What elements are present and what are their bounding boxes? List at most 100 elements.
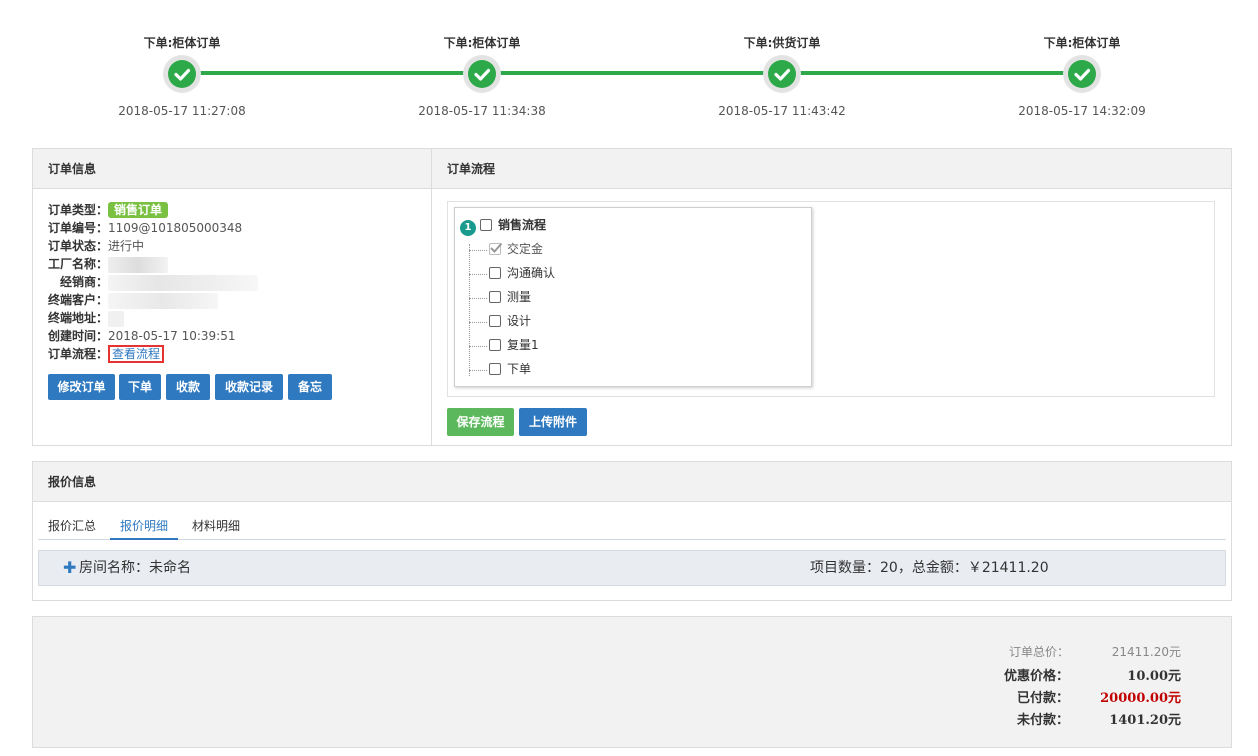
address-row: 终端地址： bbox=[48, 309, 258, 327]
step-time: 2018-05-17 11:27:08 bbox=[118, 104, 246, 118]
unpaid-label: 未付款： bbox=[1016, 713, 1069, 728]
step-time: 2018-05-17 14:32:09 bbox=[1018, 104, 1146, 118]
upload-attachment-button[interactable]: 上传附件 bbox=[519, 408, 587, 436]
discount-value: 10.00元 bbox=[1127, 669, 1181, 684]
place-order-button[interactable]: 下单 bbox=[119, 374, 161, 400]
redacted-value bbox=[108, 274, 259, 291]
field-label: 工厂名称： bbox=[48, 257, 109, 271]
payment-records-button[interactable]: 收款记录 bbox=[215, 374, 283, 400]
order-status-value: 进行中 bbox=[108, 239, 145, 253]
room-row[interactable]: ✚ 房间名称：未命名 项目数量：20，总金额：￥21411.20 bbox=[38, 550, 1226, 586]
step-time: 2018-05-17 11:34:38 bbox=[418, 104, 546, 118]
field-label: 订单类型： bbox=[48, 203, 109, 217]
step-title: 下单:柜体订单 bbox=[1043, 36, 1121, 50]
quote-info-panel: 报价信息 报价汇总 报价明细 材料明细 ✚ 房间名称：未命名 项目数量：20，总… bbox=[32, 461, 1232, 601]
checkbox[interactable] bbox=[489, 315, 501, 327]
factory-row: 工厂名称： bbox=[48, 255, 258, 273]
flow-item[interactable]: 测量 bbox=[489, 289, 531, 305]
tree-branch bbox=[469, 346, 487, 347]
tree-branch bbox=[469, 298, 487, 299]
discount-label: 优惠价格： bbox=[1003, 669, 1069, 684]
unpaid-value: 1401.20元 bbox=[1109, 713, 1181, 728]
memo-button[interactable]: 备忘 bbox=[288, 374, 332, 400]
flow-item[interactable]: 设计 bbox=[489, 313, 531, 329]
flow-item-label: 测量 bbox=[507, 290, 532, 304]
dealer-row: 经销商： bbox=[48, 273, 259, 291]
checkbox[interactable] bbox=[489, 339, 501, 351]
order-type-badge: 销售订单 bbox=[108, 202, 169, 218]
flow-item-label: 沟通确认 bbox=[507, 266, 556, 280]
customer-row: 终端客户： bbox=[48, 291, 258, 309]
order-progress-steps: 下单:柜体订单 2018-05-17 11:27:08 下单:柜体订单 2018… bbox=[0, 0, 1258, 140]
view-flow-link[interactable]: 查看流程 bbox=[108, 345, 165, 363]
room-summary: 项目数量：20，总金额：￥21411.20 bbox=[810, 560, 1049, 576]
flow-item[interactable]: 沟通确认 bbox=[489, 265, 555, 281]
check-circle-icon bbox=[163, 55, 201, 93]
order-status-row: 订单状态：进行中 bbox=[48, 237, 258, 255]
field-label: 订单状态： bbox=[48, 239, 109, 253]
step-time: 2018-05-17 11:43:42 bbox=[718, 104, 846, 118]
step-title: 下单:柜体订单 bbox=[443, 36, 521, 50]
order-flow-panel: 订单流程 1 销售流程 交定金 沟通确认 测量 设计 复量1 下单 保存流程 上… bbox=[431, 148, 1232, 446]
checkbox[interactable] bbox=[489, 363, 501, 375]
created-time-row: 创建时间：2018-05-17 10:39:51 bbox=[48, 327, 258, 345]
tab-quote-summary[interactable]: 报价汇总 bbox=[48, 516, 96, 540]
room-name: 房间名称：未命名 bbox=[79, 560, 191, 576]
checkbox[interactable] bbox=[489, 267, 501, 279]
flow-root-label: 销售流程 bbox=[498, 218, 547, 232]
field-label: 终端客户： bbox=[48, 293, 109, 307]
panel-title: 订单信息 bbox=[33, 149, 431, 189]
collect-payment-button[interactable]: 收款 bbox=[166, 374, 210, 400]
order-summary-panel: 订单总价： 21411.20元 优惠价格： 10.00元 已付款： 20000.… bbox=[32, 616, 1232, 748]
redacted-value bbox=[108, 310, 125, 327]
checkbox[interactable] bbox=[480, 219, 492, 231]
tree-connector bbox=[469, 244, 470, 376]
checkbox-checked[interactable] bbox=[489, 242, 503, 255]
checkbox[interactable] bbox=[489, 291, 501, 303]
tree-branch bbox=[469, 370, 487, 371]
edit-order-button[interactable]: 修改订单 bbox=[48, 374, 115, 400]
flow-tree: 1 销售流程 交定金 沟通确认 测量 设计 复量1 下单 bbox=[454, 207, 812, 387]
save-flow-button[interactable]: 保存流程 bbox=[447, 408, 514, 436]
order-type-row: 订单类型： 销售订单 bbox=[48, 201, 258, 219]
flow-item[interactable]: 下单 bbox=[489, 361, 531, 377]
plus-icon[interactable]: ✚ bbox=[63, 551, 76, 585]
total-price-label: 订单总价： bbox=[1008, 645, 1069, 659]
check-circle-icon bbox=[463, 55, 501, 93]
step-number-badge: 1 bbox=[460, 220, 476, 236]
flow-root[interactable]: 1 销售流程 bbox=[460, 217, 547, 236]
tab-material-detail[interactable]: 材料明细 bbox=[192, 516, 240, 540]
order-number-value: 1109@101805000348 bbox=[108, 221, 243, 235]
tree-branch bbox=[469, 322, 487, 323]
paid-value: 20000.00元 bbox=[1100, 691, 1181, 706]
panel-title: 报价信息 bbox=[33, 462, 1231, 502]
quote-tabs: 报价汇总 报价明细 材料明细 bbox=[38, 514, 1226, 540]
step-title: 下单:柜体订单 bbox=[143, 36, 221, 50]
redacted-value bbox=[108, 292, 219, 309]
flow-item-label: 设计 bbox=[507, 314, 532, 328]
order-info-list: 订单类型： 销售订单 订单编号：1109@101805000348 订单状态：进行… bbox=[48, 201, 259, 363]
flow-item[interactable]: 交定金 bbox=[489, 241, 543, 257]
field-label: 订单流程： bbox=[48, 347, 109, 361]
flow-item[interactable]: 复量1 bbox=[489, 337, 539, 353]
field-label: 经销商： bbox=[60, 275, 109, 289]
total-price-value: 21411.20元 bbox=[1111, 645, 1181, 659]
field-label: 终端地址： bbox=[48, 311, 109, 325]
tab-quote-detail[interactable]: 报价明细 bbox=[110, 516, 179, 540]
tree-branch bbox=[469, 250, 487, 251]
order-flow-row: 订单流程： 查看流程 bbox=[48, 345, 258, 363]
created-time-value: 2018-05-17 10:39:51 bbox=[108, 329, 236, 343]
step-title: 下单:供货订单 bbox=[743, 36, 821, 50]
flow-tree-area: 1 销售流程 交定金 沟通确认 测量 设计 复量1 下单 bbox=[447, 201, 1215, 397]
flow-item-label: 复量1 bbox=[507, 338, 539, 352]
flow-item-label: 下单 bbox=[507, 362, 532, 376]
order-info-panel: 订单信息 订单类型： 销售订单 订单编号：1109@101805000348 订单… bbox=[32, 148, 432, 446]
tree-branch bbox=[469, 274, 487, 275]
panel-title: 订单流程 bbox=[432, 149, 1231, 189]
field-label: 创建时间： bbox=[48, 329, 109, 343]
paid-label: 已付款： bbox=[1016, 691, 1069, 706]
check-circle-icon bbox=[1063, 55, 1101, 93]
flow-item-label: 交定金 bbox=[507, 242, 544, 256]
field-label: 订单编号： bbox=[48, 221, 109, 235]
order-number-row: 订单编号：1109@101805000348 bbox=[48, 219, 258, 237]
